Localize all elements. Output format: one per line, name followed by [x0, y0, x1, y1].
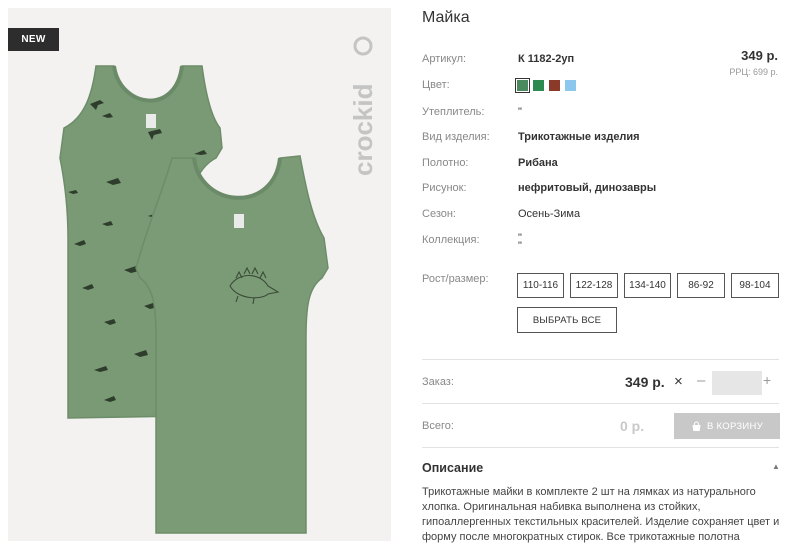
add-to-cart-button[interactable]: В КОРЗИНУ	[674, 413, 780, 439]
tank-tops-illustration	[59, 65, 329, 534]
brand-logo: crockid	[348, 36, 378, 177]
spec-label: Утеплитель:	[422, 106, 485, 118]
spec-value: Трикотажные изделия	[518, 131, 640, 143]
increase-quantity-button[interactable]: +	[763, 372, 771, 388]
total-label: Всего:	[422, 420, 454, 432]
product-price: 349 р.	[741, 48, 778, 63]
divider	[422, 359, 779, 360]
product-image[interactable]: NEW crockid	[8, 8, 391, 541]
decrease-quantity-button[interactable]: –	[697, 372, 705, 389]
spec-value: Рибана	[518, 157, 558, 169]
divider	[422, 447, 779, 448]
size-option[interactable]: 122-128	[570, 273, 618, 298]
description-title[interactable]: Описание	[422, 461, 483, 475]
spec-value: "	[518, 106, 522, 118]
bag-icon	[692, 421, 701, 431]
spec-label: Цвет:	[422, 79, 450, 91]
spec-label: Артикул:	[422, 53, 467, 65]
color-swatch[interactable]	[533, 80, 544, 91]
order-label: Заказ:	[422, 376, 454, 388]
size-option[interactable]: 86-92	[677, 273, 725, 298]
spec-value: К 1182-2уп	[518, 53, 575, 65]
spec-label: Рисунок:	[422, 182, 467, 194]
size-option[interactable]: 134-140	[624, 273, 671, 298]
color-swatch[interactable]	[565, 80, 576, 91]
spec-label: Вид изделия:	[422, 131, 490, 143]
select-all-button[interactable]: ВЫБРАТЬ ВСЕ	[517, 307, 617, 333]
spec-label: Коллекция:	[422, 234, 480, 246]
size-label: Рост/размер:	[422, 273, 489, 285]
color-swatch-selected[interactable]	[515, 78, 530, 93]
svg-text:crockid: crockid	[348, 84, 378, 177]
spec-label: Полотно:	[422, 157, 469, 169]
size-option[interactable]: 110-116	[517, 273, 564, 298]
product-title: Майка	[422, 9, 470, 26]
spec-value: " "	[518, 232, 522, 252]
multiply-icon: ×	[674, 373, 683, 390]
spec-value: Осень-Зима	[518, 208, 581, 220]
quantity-input[interactable]	[712, 371, 762, 395]
divider	[422, 403, 779, 404]
add-to-cart-label: В КОРЗИНУ	[706, 420, 764, 432]
collapse-chevron-icon[interactable]: ▲	[772, 462, 780, 471]
spec-value: нефритовый, динозавры	[518, 182, 657, 194]
size-option[interactable]: 98-104	[731, 273, 779, 298]
new-badge: NEW	[8, 28, 59, 51]
spec-label: Сезон:	[422, 208, 456, 220]
color-swatch[interactable]	[549, 80, 560, 91]
description-text: Трикотажные майки в комплекте 2 шт на ля…	[422, 486, 780, 543]
order-price: 349 р.	[625, 374, 665, 390]
total-value: 0 р.	[620, 418, 645, 434]
recommended-price: РРЦ: 699 р.	[729, 67, 778, 77]
